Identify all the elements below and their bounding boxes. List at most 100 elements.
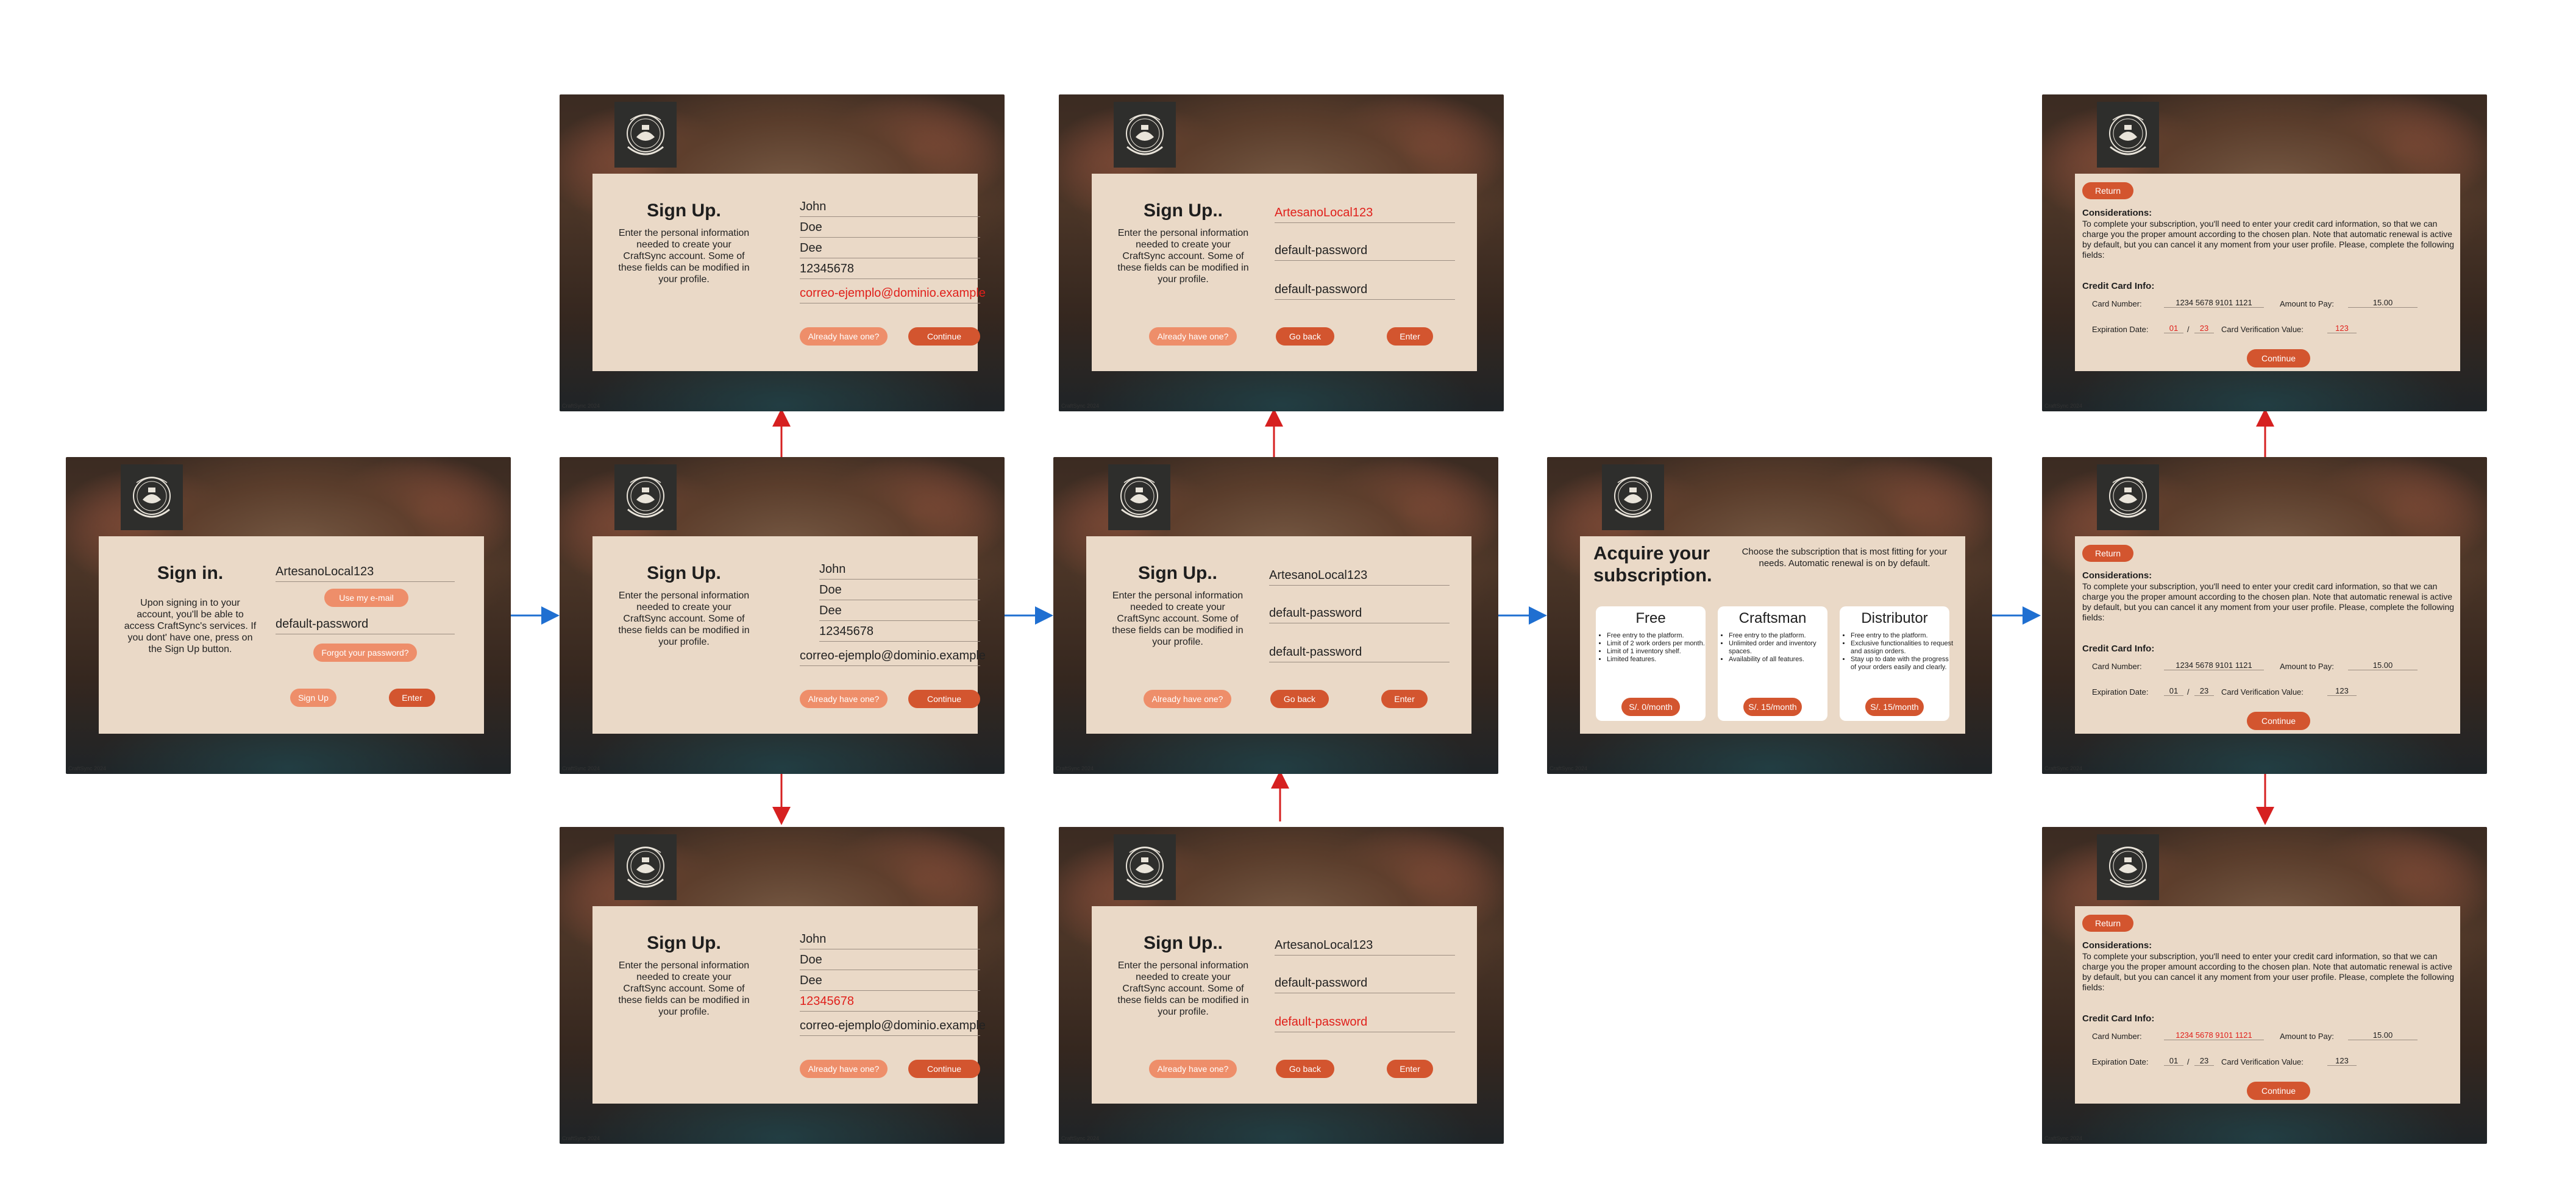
footer: CraftSync 2024 (562, 1135, 600, 1141)
signup2-card: Sign Up.. Enter the personal information… (1086, 536, 1471, 734)
continue-button[interactable]: Continue (2247, 1082, 2310, 1100)
plan-card-free[interactable]: Free Free entry to the platform. Limit o… (1596, 606, 1706, 721)
signup2-card: Sign Up.. Enter the personal information… (1092, 906, 1477, 1104)
password-field[interactable]: default-password (1275, 974, 1455, 993)
signup-card: Sign Up. Enter the personal information … (592, 536, 986, 734)
last-name-field[interactable]: Doe (800, 951, 980, 970)
first-name-field[interactable]: John (800, 198, 980, 217)
already-have-one-button[interactable]: Already have one? (1144, 690, 1231, 708)
exp-separator: / (2187, 1057, 2190, 1066)
forgot-password-button[interactable]: Forgot your password? (313, 644, 417, 662)
use-email-button[interactable]: Use my e-mail (324, 589, 408, 607)
continue-button[interactable]: Continue (908, 327, 980, 346)
enter-button[interactable]: Enter (1387, 327, 1433, 346)
subscription-description: Choose the subscription that is most fit… (1742, 547, 1948, 569)
already-have-one-button[interactable]: Already have one? (800, 1060, 888, 1078)
continue-button[interactable]: Continue (2247, 349, 2310, 367)
signup-button[interactable]: Sign Up (290, 689, 336, 707)
craftsync-logo (1602, 464, 1664, 530)
enter-button[interactable]: Enter (389, 689, 435, 707)
phone-field[interactable]: 12345678 (800, 993, 980, 1012)
username-field[interactable]: ArtesanoLocal123 (1275, 204, 1455, 223)
exp-month-field[interactable]: 01 (2164, 1056, 2183, 1066)
cvv-label: Card Verification Value: (2221, 687, 2304, 697)
enter-button[interactable]: Enter (1381, 690, 1428, 708)
second-last-name-field[interactable]: Dee (819, 602, 980, 621)
exp-month-field[interactable]: 01 (2164, 324, 2183, 333)
exp-separator: / (2187, 325, 2190, 334)
considerations-title: Considerations: (2082, 940, 2152, 951)
continue-button[interactable]: Continue (2247, 712, 2310, 730)
last-name-field[interactable]: Doe (819, 581, 980, 600)
plan-feature: Limit of 1 inventory shelf. (1607, 648, 1710, 656)
return-button[interactable]: Return (2082, 915, 2133, 932)
card-number-field[interactable]: 1234 5678 9101 1121 (2164, 1030, 2264, 1040)
email-field[interactable]: correo-ejemplo@dominio.example (800, 647, 986, 666)
second-last-name-field[interactable]: Dee (800, 239, 980, 258)
screen-sign-up: Sign Up. Enter the personal information … (560, 457, 1005, 774)
exp-separator: / (2187, 687, 2190, 697)
enter-button[interactable]: Enter (1387, 1060, 1433, 1078)
already-have-one-button[interactable]: Already have one? (1149, 1060, 1237, 1078)
password-field[interactable]: default-password (276, 615, 455, 634)
phone-field[interactable]: 12345678 (800, 260, 980, 279)
cvv-field[interactable]: 123 (2327, 1056, 2357, 1066)
go-back-button[interactable]: Go back (1270, 690, 1329, 708)
first-name-field[interactable]: John (800, 931, 980, 949)
phone-field[interactable]: 12345678 (819, 623, 980, 642)
footer: CraftSync 2024 (1061, 403, 1100, 409)
plan-card-distributor[interactable]: Distributor Free entry to the platform. … (1840, 606, 1953, 721)
footer: CraftSync 2024 (2044, 403, 2083, 409)
cvv-field[interactable]: 123 (2327, 324, 2357, 333)
amount-field[interactable]: 15.00 (2348, 1030, 2418, 1040)
considerations-text: To complete your subscription, you'll ne… (2082, 581, 2455, 622)
password-field[interactable]: default-password (1275, 242, 1455, 261)
go-back-button[interactable]: Go back (1276, 1060, 1334, 1078)
footer: CraftSync 2024 (2044, 765, 2083, 771)
last-name-field[interactable]: Doe (800, 219, 980, 238)
exp-year-field[interactable]: 23 (2194, 686, 2214, 696)
craftsync-logo (1114, 834, 1176, 900)
credit-card-info-title: Credit Card Info: (2082, 644, 2155, 654)
amount-field[interactable]: 15.00 (2348, 661, 2418, 670)
username-field[interactable]: ArtesanoLocal123 (276, 563, 455, 582)
first-name-field[interactable]: John (819, 561, 980, 580)
exp-year-field[interactable]: 23 (2194, 1056, 2214, 1066)
amount-field[interactable]: 15.00 (2348, 298, 2418, 308)
second-last-name-field[interactable]: Dee (800, 972, 980, 991)
exp-year-field[interactable]: 23 (2194, 324, 2214, 333)
already-have-one-button[interactable]: Already have one? (1149, 327, 1237, 346)
already-have-one-button[interactable]: Already have one? (800, 327, 888, 346)
plan-price-button[interactable]: S/. 0/month (1621, 698, 1680, 716)
confirm-password-field[interactable]: default-password (1275, 281, 1455, 300)
card-number-field[interactable]: 1234 5678 9101 1121 (2164, 298, 2264, 308)
continue-button[interactable]: Continue (908, 690, 980, 708)
return-button[interactable]: Return (2082, 545, 2133, 562)
footer: CraftSync 2024 (1061, 1135, 1100, 1141)
continue-button[interactable]: Continue (908, 1060, 980, 1078)
screen-subscription: Acquire your subscription. Choose the su… (1547, 457, 1992, 774)
plan-feature: Unlimited order and inventory spaces. (1729, 640, 1832, 656)
confirm-password-field[interactable]: default-password (1269, 644, 1450, 662)
email-field[interactable]: correo-ejemplo@dominio.example (800, 285, 986, 303)
plan-features: Free entry to the platform. Limit of 2 w… (1599, 632, 1710, 664)
craftsync-logo (1114, 102, 1176, 168)
card-number-field[interactable]: 1234 5678 9101 1121 (2164, 661, 2264, 670)
plan-card-craftsman[interactable]: Craftsman Free entry to the platform. Un… (1718, 606, 1827, 721)
username-field[interactable]: ArtesanoLocal123 (1275, 937, 1455, 956)
plan-price-button[interactable]: S/. 15/month (1865, 698, 1924, 716)
signin-card: Sign in. Upon signing in to your account… (99, 536, 484, 734)
return-button[interactable]: Return (2082, 182, 2133, 199)
cvv-field[interactable]: 123 (2327, 686, 2357, 696)
already-have-one-button[interactable]: Already have one? (800, 690, 888, 708)
username-field[interactable]: ArtesanoLocal123 (1269, 567, 1450, 586)
screen-payment: Return Considerations: To complete your … (2042, 457, 2487, 774)
expiration-label: Expiration Date: (2092, 325, 2149, 334)
plan-price-button[interactable]: S/. 15/month (1743, 698, 1802, 716)
exp-month-field[interactable]: 01 (2164, 686, 2183, 696)
go-back-button[interactable]: Go back (1276, 327, 1334, 346)
email-field[interactable]: correo-ejemplo@dominio.example (800, 1017, 986, 1036)
signin-description: Upon signing in to your account, you'll … (124, 598, 257, 654)
confirm-password-field[interactable]: default-password (1275, 1013, 1455, 1032)
password-field[interactable]: default-password (1269, 605, 1450, 623)
